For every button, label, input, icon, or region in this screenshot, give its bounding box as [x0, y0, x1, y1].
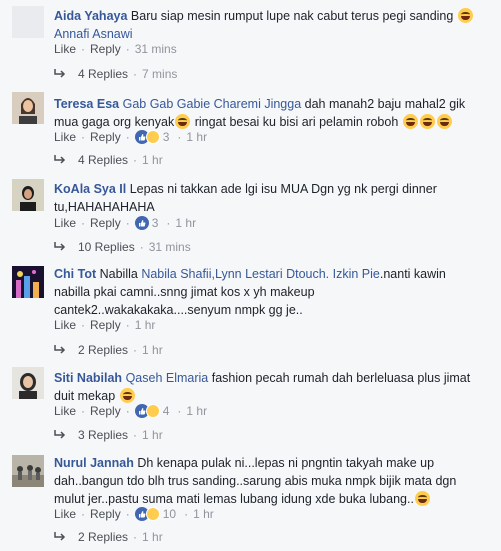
- laughing-emoji-icon: [457, 8, 473, 23]
- reply-arrow-icon: [54, 532, 66, 541]
- like-button[interactable]: Like: [54, 507, 76, 521]
- view-replies-link[interactable]: 4 Replies · 1 hr: [54, 153, 163, 167]
- comment-author[interactable]: Chi Tot: [54, 267, 96, 281]
- reply-time: 31 mins: [148, 240, 191, 254]
- comment-time[interactable]: 1 hr: [186, 404, 207, 418]
- view-replies-link[interactable]: 4 Replies · 7 mins: [54, 67, 177, 81]
- reply-arrow-icon: [54, 69, 66, 78]
- reaction-summary[interactable]: 3: [134, 130, 170, 144]
- laughing-emoji-icon: [436, 114, 452, 129]
- reply-button[interactable]: Reply: [90, 404, 121, 418]
- comment-body-pre: Nabilla: [99, 267, 138, 281]
- comment-text: Aida Yahaya Baru siap mesin rumput lupe …: [54, 7, 474, 43]
- reply-time: 7 mins: [142, 67, 178, 81]
- avatar[interactable]: [12, 455, 44, 487]
- view-replies-link[interactable]: 10 Replies · 31 mins: [54, 240, 191, 254]
- avatar[interactable]: [12, 266, 44, 298]
- reply-button[interactable]: Reply: [90, 216, 121, 230]
- reply-arrow-icon: [54, 430, 66, 439]
- comment-actions: Like · Reply · 31 mins: [54, 42, 177, 56]
- avatar[interactable]: [12, 179, 44, 211]
- comment-actions: Like · Reply · 1 hr: [54, 318, 156, 332]
- haha-reaction-icon: [145, 507, 160, 521]
- view-replies-link[interactable]: 3 Replies · 1 hr: [54, 428, 163, 442]
- laughing-emoji-icon: [419, 114, 435, 129]
- reply-count[interactable]: 10 Replies: [78, 240, 135, 254]
- tagged-user[interactable]: Annafi Asnawi: [54, 27, 133, 41]
- haha-reaction-icon: [145, 130, 160, 144]
- comment-text: Nurul Jannah Dh kenapa pulak ni...lepas …: [54, 454, 474, 508]
- reply-count[interactable]: 2 Replies: [78, 343, 128, 357]
- comment-time[interactable]: 1 hr: [135, 318, 156, 332]
- reaction-count: 4: [162, 404, 170, 418]
- tagged-user[interactable]: Nabila Shafii,Lynn Lestari Dtouch. Izkin…: [141, 267, 380, 281]
- reply-time: 1 hr: [142, 530, 163, 544]
- reply-button[interactable]: Reply: [90, 318, 121, 332]
- reply-count[interactable]: 2 Replies: [78, 530, 128, 544]
- comment-author[interactable]: Nurul Jannah: [54, 456, 134, 470]
- comment-body-2: ringat besai ku bisi ari pelamin roboh: [194, 115, 399, 129]
- comment-time[interactable]: 1 hr: [175, 216, 196, 230]
- reaction-count: 10: [162, 507, 177, 521]
- reply-time: 1 hr: [142, 428, 163, 442]
- comment-actions: Like · Reply · 3 · 1 hr: [54, 130, 208, 144]
- reply-time: 1 hr: [142, 153, 163, 167]
- reaction-summary[interactable]: 10: [134, 507, 177, 521]
- like-button[interactable]: Like: [54, 216, 76, 230]
- comment-time[interactable]: 1 hr: [193, 507, 214, 521]
- reply-count[interactable]: 4 Replies: [78, 153, 128, 167]
- laughing-emoji-icon: [414, 491, 430, 506]
- reply-button[interactable]: Reply: [90, 42, 121, 56]
- like-button[interactable]: Like: [54, 42, 76, 56]
- reply-arrow-icon: [54, 242, 66, 251]
- reply-button[interactable]: Reply: [90, 130, 121, 144]
- comment-text: Teresa Esa Gab Gab Gabie Charemi Jingga …: [54, 95, 474, 131]
- haha-reaction-icon: [145, 404, 160, 418]
- reply-arrow-icon: [54, 155, 66, 164]
- comment-text: Siti Nabilah Qaseh Elmaria fashion pecah…: [54, 369, 474, 405]
- reply-count[interactable]: 4 Replies: [78, 67, 128, 81]
- laughing-emoji-icon: [175, 114, 191, 129]
- reaction-count: 3: [162, 130, 170, 144]
- tagged-user[interactable]: Qaseh Elmaria: [126, 371, 209, 385]
- reaction-count: 3: [151, 216, 159, 230]
- reply-arrow-icon: [54, 345, 66, 354]
- comment-author[interactable]: Aida Yahaya: [54, 9, 127, 23]
- view-replies-link[interactable]: 2 Replies · 1 hr: [54, 530, 163, 544]
- like-button[interactable]: Like: [54, 318, 76, 332]
- comment-time[interactable]: 1 hr: [186, 130, 207, 144]
- comment-author[interactable]: Teresa Esa: [54, 97, 119, 111]
- comment-text: KoAla Sya Il Lepas ni takkan ade lgi isu…: [54, 180, 474, 216]
- avatar[interactable]: [12, 6, 44, 38]
- like-button[interactable]: Like: [54, 404, 76, 418]
- comment-actions: Like · Reply · 4 · 1 hr: [54, 404, 208, 418]
- reply-count[interactable]: 3 Replies: [78, 428, 128, 442]
- comment-time[interactable]: 31 mins: [135, 42, 177, 56]
- reaction-summary[interactable]: 3: [134, 216, 159, 230]
- comment-author[interactable]: KoAla Sya Il: [54, 182, 126, 196]
- view-replies-link[interactable]: 2 Replies · 1 hr: [54, 343, 163, 357]
- reaction-summary[interactable]: 4: [134, 404, 170, 418]
- comment-author[interactable]: Siti Nabilah: [54, 371, 122, 385]
- tagged-user[interactable]: Gab Gab Gabie Charemi Jingga: [123, 97, 302, 111]
- thumbs-up-icon: [134, 216, 149, 230]
- like-button[interactable]: Like: [54, 130, 76, 144]
- avatar[interactable]: [12, 367, 44, 399]
- comment-text: Chi Tot Nabilla Nabila Shafii,Lynn Lesta…: [54, 265, 474, 319]
- reply-time: 1 hr: [142, 343, 163, 357]
- comment-actions: Like · Reply · 10 · 1 hr: [54, 507, 214, 521]
- comment-body: Baru siap mesin rumput lupe nak cabut te…: [130, 9, 454, 23]
- comment-actions: Like · Reply · 3 · 1 hr: [54, 216, 197, 230]
- laughing-emoji-icon: [119, 388, 135, 403]
- reply-button[interactable]: Reply: [90, 507, 121, 521]
- laughing-emoji-icon: [402, 114, 418, 129]
- avatar[interactable]: [12, 92, 44, 124]
